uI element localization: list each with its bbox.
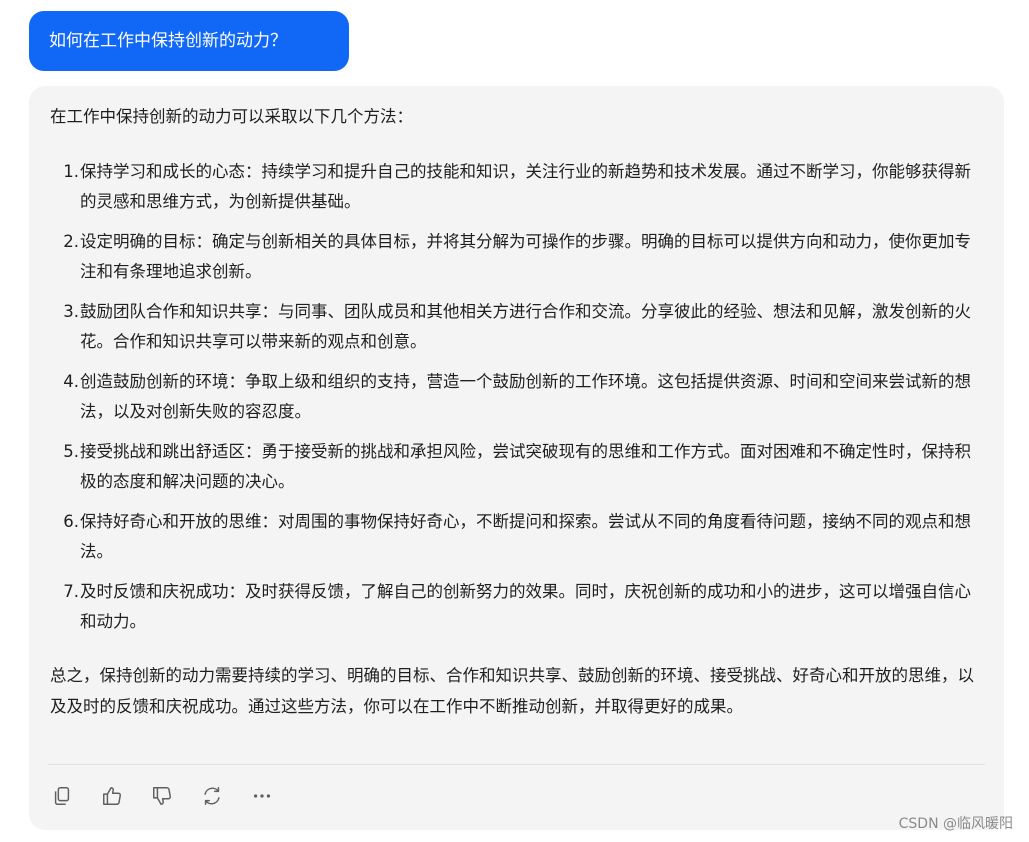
list-item: 1. 保持学习和成长的心态：持续学习和提升自己的技能和知识，关注行业的新趋势和技… xyxy=(29,154,1004,224)
step-number: 3. xyxy=(63,302,79,321)
list-item: 2. 设定明确的目标：确定与创新相关的具体目标，并将其分解为可操作的步骤。明确的… xyxy=(29,224,1004,294)
divider xyxy=(48,764,985,765)
step-text: 设定明确的目标：确定与创新相关的具体目标，并将其分解为可操作的步骤。明确的目标可… xyxy=(80,232,971,281)
list-item: 7. 及时反馈和庆祝成功：及时获得反馈，了解自己的创新努力的效果。同时，庆祝创新… xyxy=(29,574,1004,644)
step-text: 保持学习和成长的心态：持续学习和提升自己的技能和知识，关注行业的新趋势和技术发展… xyxy=(80,162,971,211)
step-text: 及时反馈和庆祝成功：及时获得反馈，了解自己的创新努力的效果。同时，庆祝创新的成功… xyxy=(80,582,971,631)
step-text: 接受挑战和跳出舒适区：勇于接受新的挑战和承担风险，尝试突破现有的思维和工作方式。… xyxy=(80,442,971,491)
regenerate-icon xyxy=(204,787,220,805)
step-number: 6. xyxy=(63,512,79,531)
step-number: 2. xyxy=(63,232,79,251)
regenerate-button[interactable] xyxy=(199,783,225,809)
step-number: 1. xyxy=(63,162,79,181)
thumbs-down-icon xyxy=(153,787,171,805)
steps-list: 1. 保持学习和成长的心态：持续学习和提升自己的技能和知识，关注行业的新趋势和技… xyxy=(29,154,1004,644)
copy-icon xyxy=(54,787,70,805)
step-text: 创造鼓励创新的环境：争取上级和组织的支持，营造一个鼓励创新的工作环境。这包括提供… xyxy=(80,372,971,421)
like-button[interactable] xyxy=(99,783,125,809)
step-text: 保持好奇心和开放的思维：对周围的事物保持好奇心，不断提问和探索。尝试从不同的角度… xyxy=(80,512,971,561)
answer-card: 在工作中保持创新的动力可以采取以下几个方法： 1. 保持学习和成长的心态：持续学… xyxy=(29,86,1004,830)
watermark: CSDN @临风暖阳 xyxy=(898,816,1013,832)
more-icon xyxy=(253,794,271,798)
list-item: 5. 接受挑战和跳出舒适区：勇于接受新的挑战和承担风险，尝试突破现有的思维和工作… xyxy=(29,434,1004,504)
step-number: 5. xyxy=(63,442,79,461)
step-number: 4. xyxy=(63,372,79,391)
list-item: 4. 创造鼓励创新的环境：争取上级和组织的支持，营造一个鼓励创新的工作环境。这包… xyxy=(29,364,1004,434)
more-button[interactable] xyxy=(249,783,275,809)
copy-button[interactable] xyxy=(49,783,75,809)
step-text: 鼓励团队合作和知识共享：与同事、团队成员和其他相关方进行合作和交流。分享彼此的经… xyxy=(80,302,971,351)
list-item: 3. 鼓励团队合作和知识共享：与同事、团队成员和其他相关方进行合作和交流。分享彼… xyxy=(29,294,1004,364)
user-message-bubble: 如何在工作中保持创新的动力？ xyxy=(29,11,349,71)
dislike-button[interactable] xyxy=(149,783,175,809)
answer-intro: 在工作中保持创新的动力可以采取以下几个方法： xyxy=(50,107,413,126)
step-number: 7. xyxy=(63,582,79,601)
user-message-text: 如何在工作中保持创新的动力？ xyxy=(49,31,287,51)
answer-summary: 总之，保持创新的动力需要持续的学习、明确的目标、合作和知识共享、鼓励创新的环境、… xyxy=(50,666,974,716)
thumbs-up-icon xyxy=(103,787,121,805)
list-item: 6. 保持好奇心和开放的思维：对周围的事物保持好奇心，不断提问和探索。尝试从不同… xyxy=(29,504,1004,574)
